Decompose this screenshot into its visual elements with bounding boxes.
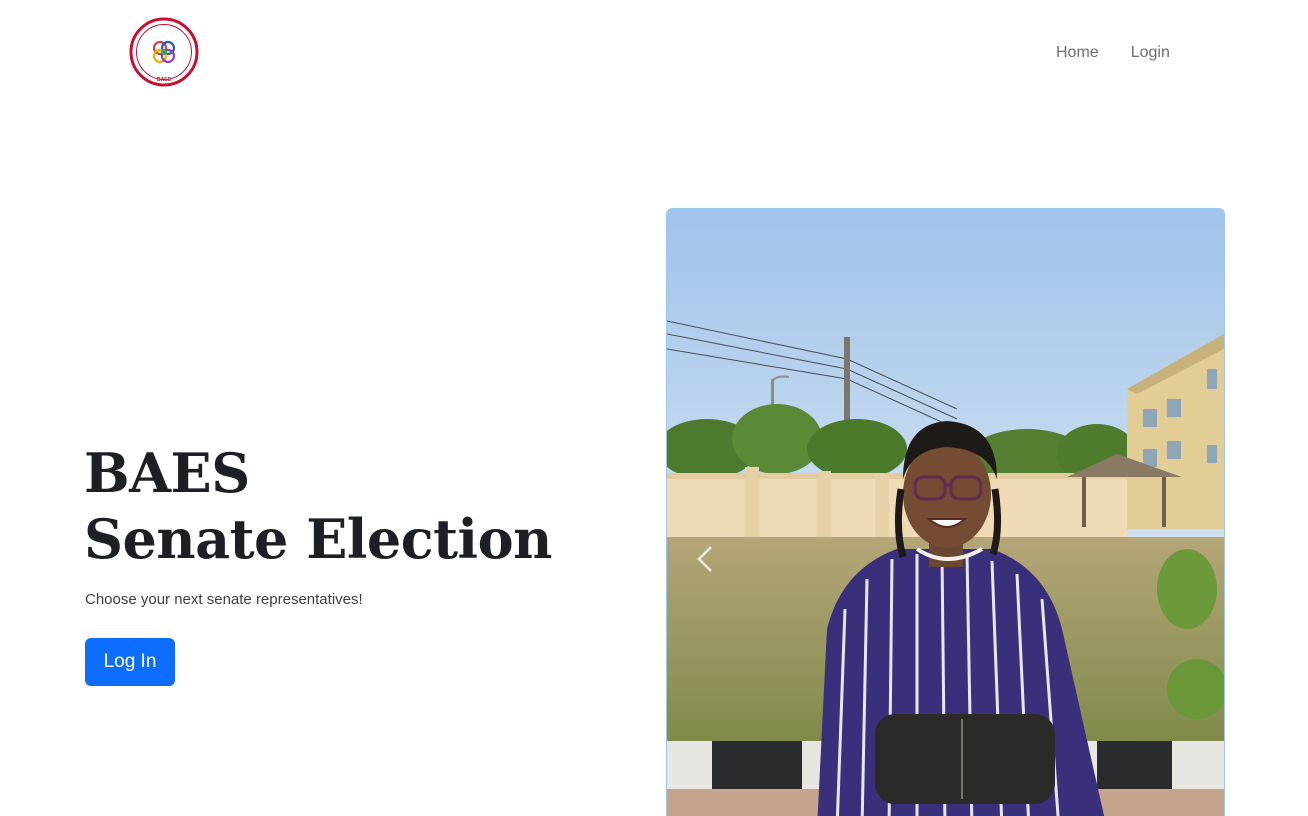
nav-home-link[interactable]: Home [1040,42,1115,64]
top-nav: Home Login [1040,42,1186,64]
hero-title-line1: BAES [84,441,250,505]
logo-text: BAES [157,77,172,83]
image-carousel [666,208,1225,816]
candidate-photo [667,209,1224,816]
carousel-prev-button[interactable] [687,539,727,579]
hero-subtitle: Choose your next senate representatives! [85,591,363,608]
chevron-left-icon [697,546,712,572]
hero-title-line2: Senate Election [84,507,552,571]
log-in-button[interactable]: Log In [85,638,175,686]
logo[interactable]: BAES [129,17,199,87]
page: BAES Home Login BAES Senate Election Cho… [0,0,1308,816]
hero-title: BAES Senate Election [84,440,552,572]
nav-login-link[interactable]: Login [1115,42,1186,64]
